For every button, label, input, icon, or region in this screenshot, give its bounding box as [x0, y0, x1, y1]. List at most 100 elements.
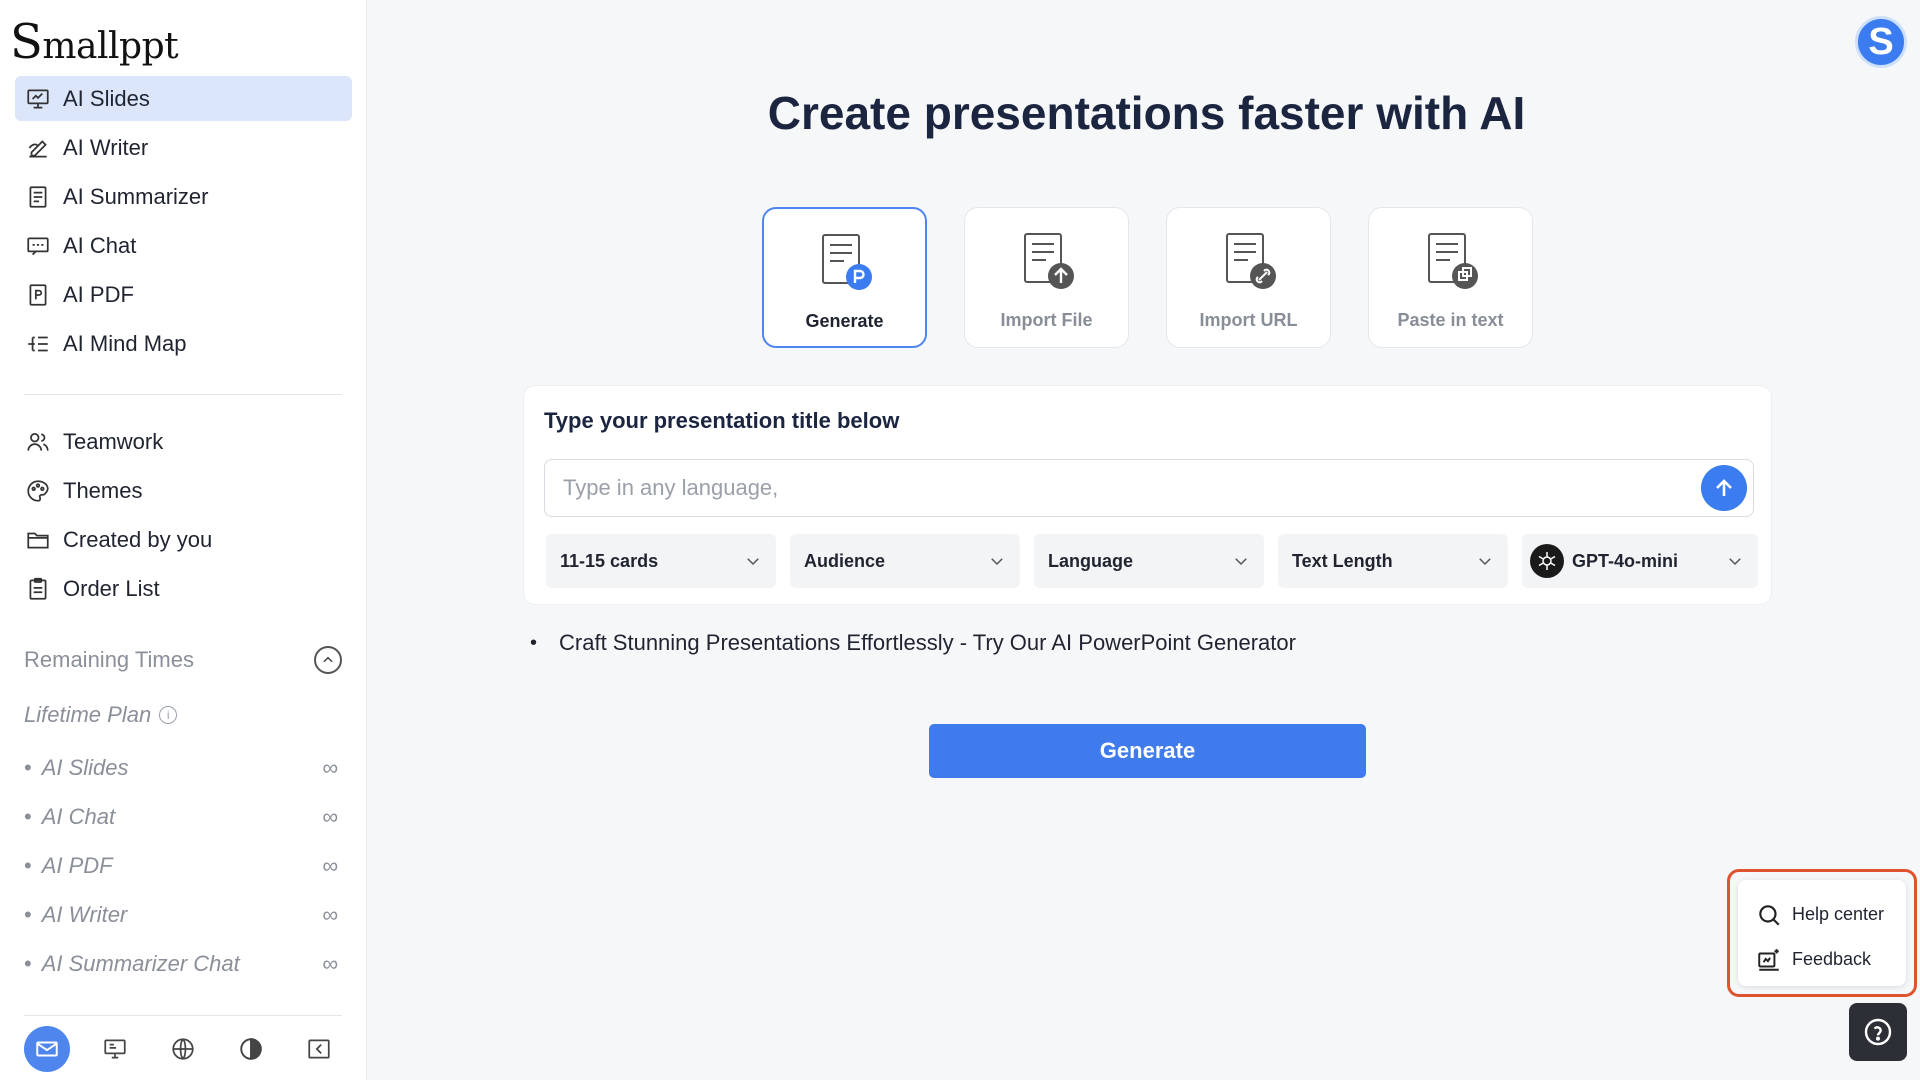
select-value: Language — [1048, 550, 1134, 571]
generate-doc-icon — [821, 234, 872, 290]
feedback-label: Feedback — [1792, 949, 1872, 969]
sidebar-item-order-list[interactable]: Order List — [15, 566, 352, 611]
sidebar-item-ai-slides[interactable]: AI Slides — [15, 76, 352, 121]
chevron-down-icon — [1479, 558, 1491, 566]
collapse-icon — [308, 1039, 330, 1059]
select-value: GPT-4o-mini — [1572, 550, 1679, 571]
quota-list: • AI Slides ∞ • AI Chat ∞ • AI PDF ∞ • AI Wr… — [24, 743, 342, 988]
feedback-link[interactable]: Feedback — [1756, 937, 1906, 982]
upload-file-icon — [1023, 233, 1074, 289]
sidebar-item-label: AI Chat — [63, 232, 137, 258]
sidebar-item-ai-writer[interactable]: AI Writer — [15, 125, 352, 170]
document-icon — [25, 184, 51, 210]
brand-logo[interactable]: Smallppt — [10, 14, 179, 70]
collapse-sidebar-button[interactable] — [296, 1026, 342, 1072]
theme-toggle-button[interactable] — [228, 1026, 274, 1072]
mail-button[interactable] — [24, 1026, 70, 1072]
sidebar-item-ai-pdf[interactable]: AI PDF — [15, 272, 352, 317]
sidebar-item-themes[interactable]: Themes — [15, 468, 352, 513]
mode-import-file[interactable]: Import File — [964, 207, 1129, 348]
secondary-nav: Teamwork Themes Created by you Order Lis… — [15, 419, 352, 615]
mode-generate[interactable]: Generate — [762, 207, 927, 348]
help-center-link[interactable]: Help center — [1756, 892, 1906, 937]
plan-label: Lifetime Plan i — [24, 702, 178, 728]
monitor-icon — [104, 1039, 126, 1059]
chevron-down-icon — [1235, 558, 1247, 566]
mindmap-icon — [25, 331, 51, 357]
sidebar-item-label: AI Summarizer — [63, 183, 209, 209]
palette-icon — [25, 478, 51, 504]
desktop-app-button[interactable] — [92, 1026, 138, 1072]
presentation-icon — [25, 86, 51, 112]
clipboard-icon — [25, 576, 51, 602]
sidebar-item-label: Created by you — [63, 526, 213, 552]
quota-label: AI PDF — [41, 852, 113, 878]
logo-initial: S — [10, 14, 43, 70]
logo-rest: mallppt — [42, 26, 179, 67]
generate-button[interactable]: Generate — [929, 724, 1366, 778]
help-center-label: Help center — [1792, 904, 1885, 924]
info-icon[interactable]: i — [159, 706, 178, 724]
quota-label: AI Writer — [41, 901, 128, 927]
feedback-icon — [1758, 948, 1779, 971]
sidebar: Smallppt AI Slides AI Writer AI Summariz… — [0, 0, 367, 1080]
link-file-icon — [1225, 233, 1276, 289]
infinity-value: ∞ — [322, 803, 338, 829]
remaining-times-header[interactable]: Remaining Times — [24, 646, 342, 674]
sidebar-item-teamwork[interactable]: Teamwork — [15, 419, 352, 464]
primary-nav: AI Slides AI Writer AI Summarizer AI Cha… — [15, 76, 352, 370]
sidebar-item-ai-summarizer[interactable]: AI Summarizer — [15, 174, 352, 219]
list-item: • AI PDF ∞ — [24, 841, 342, 890]
chevron-up-icon[interactable] — [314, 646, 342, 674]
text-length-select[interactable]: Text Length — [1278, 534, 1508, 588]
model-select[interactable]: GPT-4o-mini — [1522, 534, 1758, 588]
sidebar-item-ai-mind-map[interactable]: AI Mind Map — [15, 321, 352, 366]
globe-icon — [172, 1038, 194, 1060]
sidebar-item-label: Teamwork — [63, 428, 164, 454]
page-title: Create presentations faster with AI — [767, 87, 1526, 139]
infinity-value: ∞ — [322, 852, 338, 878]
avatar[interactable]: S — [1855, 16, 1907, 68]
remaining-times-label: Remaining Times — [24, 647, 194, 672]
sidebar-item-label: AI PDF — [63, 281, 134, 307]
language-button[interactable] — [160, 1026, 206, 1072]
chevron-down-icon — [1729, 558, 1741, 566]
cards-select[interactable]: 11-15 cards — [546, 534, 776, 588]
language-select[interactable]: Language — [1034, 534, 1264, 588]
sidebar-item-created-by-you[interactable]: Created by you — [15, 517, 352, 562]
select-value: 11-15 cards — [560, 550, 659, 571]
sidebar-divider — [24, 1015, 342, 1016]
quota-label: AI Summarizer Chat — [41, 950, 240, 976]
help-menu-highlight: Help center Feedback — [1727, 869, 1917, 997]
mode-label: Generate — [805, 311, 884, 331]
list-item: • AI Writer ∞ — [24, 890, 342, 939]
mode-paste-text[interactable]: Paste in text — [1368, 207, 1533, 348]
sidebar-item-label: Order List — [63, 575, 160, 601]
paste-file-icon — [1427, 233, 1478, 289]
prompt-panel: Type your presentation title below 11-15… — [523, 385, 1772, 605]
list-item: • AI Slides ∞ — [24, 743, 342, 792]
infinity-value: ∞ — [322, 754, 338, 780]
contrast-icon — [240, 1038, 262, 1060]
submit-arrow-button[interactable] — [1701, 465, 1747, 511]
select-value: Text Length — [1292, 550, 1393, 571]
title-input[interactable] — [545, 460, 1701, 516]
mail-icon — [36, 1041, 58, 1057]
chat-icon — [25, 233, 51, 259]
help-menu: Help center Feedback — [1738, 880, 1906, 986]
pdf-icon — [25, 282, 51, 308]
audience-select[interactable]: Audience — [790, 534, 1020, 588]
users-icon — [25, 429, 51, 455]
arrow-up-icon — [1716, 479, 1732, 496]
mode-import-url[interactable]: Import URL — [1166, 207, 1331, 348]
list-item: • AI Summarizer Chat ∞ — [24, 939, 342, 988]
mode-label: Import URL — [1199, 310, 1298, 330]
sidebar-item-ai-chat[interactable]: AI Chat — [15, 223, 352, 268]
mode-label: Import File — [1000, 310, 1093, 330]
help-button[interactable] — [1849, 1003, 1907, 1061]
title-input-wrapper — [544, 459, 1754, 517]
prompt-panel-label: Type your presentation title below — [544, 408, 900, 433]
list-item: • AI Chat ∞ — [24, 792, 342, 841]
mode-selector: Generate Import File Import URL Paste in… — [762, 207, 1533, 348]
infinity-value: ∞ — [322, 901, 338, 927]
